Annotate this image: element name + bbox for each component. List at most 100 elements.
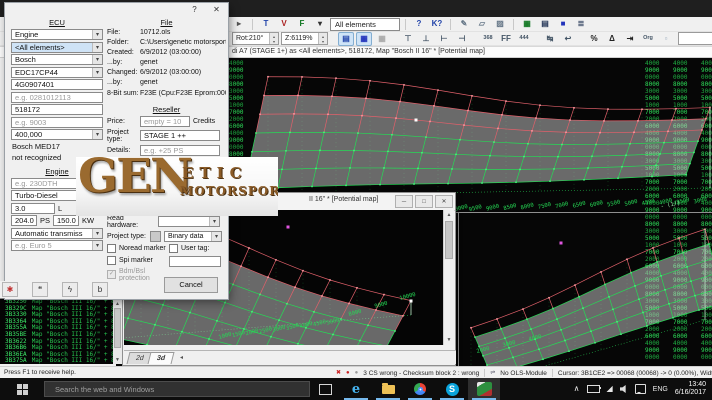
potential-map-scrollbar[interactable]: ▲ ▼ <box>443 210 454 345</box>
details-field[interactable] <box>140 145 220 156</box>
format-hex-icon[interactable]: FF <box>498 32 514 46</box>
percent-icon[interactable]: % <box>586 32 602 46</box>
software-version-field[interactable] <box>11 104 103 115</box>
language-indicator[interactable]: ENG <box>653 386 668 393</box>
scroll-up-icon[interactable]: ▲ <box>444 210 454 220</box>
taskbar-search-input[interactable]: Search the web and Windows <box>44 381 310 397</box>
view-2d-icon[interactable]: ▤ <box>338 32 354 46</box>
axis-bottom-icon[interactable]: ⊥ <box>418 32 434 46</box>
lightning-icon[interactable]: ϟ <box>62 282 78 297</box>
map-list-scrollbar[interactable]: ▲ ▼ <box>113 299 122 364</box>
view-2d-small-icon[interactable]: ▤ <box>537 17 553 31</box>
vertex-dot <box>629 143 631 145</box>
chrome-taskbar-button[interactable] <box>404 378 436 400</box>
clock[interactable]: 13:40 6/16/2017 <box>675 381 706 397</box>
scroll-thumb[interactable] <box>114 308 121 348</box>
scroll-thumb[interactable] <box>445 221 453 259</box>
noread-checkbox[interactable] <box>107 244 116 253</box>
undo-icon[interactable]: ↩ <box>560 32 576 46</box>
axis-top-icon[interactable]: ⊤ <box>400 32 416 46</box>
zoom-spinner[interactable]: Z:6119%▴▾ <box>281 32 328 45</box>
user-tag-checkbox[interactable] <box>169 244 178 253</box>
network-icon[interactable]: ◢ <box>607 385 613 393</box>
text-list-icon[interactable]: ≣ <box>573 17 589 31</box>
power-ps-field[interactable] <box>11 215 37 226</box>
binary-type-select[interactable]: Binary data▾ <box>164 231 222 242</box>
scroll-down-icon[interactable]: ▼ <box>113 355 122 364</box>
memory-size-select[interactable]: 400,000▾ <box>11 129 103 140</box>
rotation-spinner[interactable]: Rot:210°▴▾ <box>232 32 279 45</box>
help-icon[interactable]: ? <box>411 17 427 31</box>
axis-right-icon[interactable]: ⊣ <box>454 32 470 46</box>
format-dec-icon[interactable]: 368 <box>480 32 496 46</box>
price-field[interactable] <box>140 116 190 127</box>
all-elements-select[interactable]: All elements <box>330 18 400 31</box>
elements-filter-select[interactable]: <All elements>▾ <box>11 42 103 53</box>
filter-dropdown-icon[interactable]: ▾ <box>312 17 328 31</box>
transmission-select[interactable]: Automatic transmiss▾ <box>11 228 103 239</box>
volume-icon[interactable] <box>620 385 628 393</box>
edge-taskbar-button[interactable]: e <box>340 378 372 400</box>
hidden-icons-chevron-icon[interactable]: ∧ <box>574 385 580 393</box>
project-type-field[interactable] <box>140 130 220 141</box>
close-icon[interactable]: ✕ <box>435 195 453 208</box>
start-button[interactable] <box>0 378 44 400</box>
power-kw-field[interactable] <box>53 215 79 226</box>
map-3d-secondary[interactable]: 200030004000 <box>459 213 712 366</box>
delta-icon[interactable]: Δ <box>604 32 620 46</box>
vertex-dot <box>216 320 218 322</box>
dialog-help-icon[interactable]: ? <box>185 3 204 16</box>
cancel-button[interactable]: Cancel <box>164 277 218 293</box>
tab-3d[interactable]: 3d <box>147 352 174 364</box>
explorer-taskbar-button[interactable] <box>372 378 404 400</box>
minimize-icon[interactable]: ─ <box>395 195 413 208</box>
maximize-icon[interactable]: □ <box>415 195 433 208</box>
read-hardware-select[interactable]: ▾ <box>158 216 220 227</box>
ecu-type-select[interactable]: EDC17CP44▾ <box>11 67 103 78</box>
text-map-icon[interactable]: T <box>258 17 274 31</box>
absolute-icon[interactable]: ⇥ <box>622 32 638 46</box>
hardware-number-field[interactable] <box>11 79 103 90</box>
favorites-icon[interactable]: ✱ <box>2 282 18 297</box>
comment-icon[interactable]: ❝ <box>32 282 48 297</box>
scroll-down-icon[interactable]: ▼ <box>444 335 454 345</box>
graph-map-icon[interactable]: F <box>294 17 310 31</box>
hexdump-view-icon[interactable]: ▦ <box>519 17 535 31</box>
map-list-row[interactable]: 3B375AMap "Bosch III 16/" + 8x8 <box>0 358 122 364</box>
dialog-title-bar[interactable]: ? ✕ <box>5 3 228 16</box>
nav-next-icon[interactable]: ▸ <box>231 17 247 31</box>
view-3d-small-icon[interactable]: ■ <box>555 17 571 31</box>
value-map-icon[interactable]: V <box>276 17 292 31</box>
view-3d-icon[interactable]: ▦ <box>356 32 372 46</box>
winols-taskbar-button[interactable] <box>468 378 500 400</box>
battery-icon[interactable] <box>587 385 600 393</box>
task-view-button[interactable] <box>310 378 340 400</box>
vertex-dot <box>603 120 605 122</box>
skype-taskbar-button[interactable]: S <box>436 378 468 400</box>
insert-map-icon[interactable]: ✎ <box>456 17 472 31</box>
displacement-field[interactable] <box>11 203 55 214</box>
tab-scroll-left-icon[interactable]: ◂ <box>180 353 183 364</box>
axis-label: 3000 <box>693 196 707 205</box>
action-center-icon[interactable] <box>635 384 646 394</box>
view-table-icon[interactable]: ▦ <box>374 32 390 46</box>
selection-icon[interactable]: ▫ <box>658 32 674 46</box>
axis-left-icon[interactable]: ⊢ <box>436 32 452 46</box>
map-3d-window-secondary[interactable]: 200030004000 <box>458 213 712 366</box>
software-size-field[interactable] <box>11 117 103 128</box>
software-number-field[interactable] <box>11 92 103 103</box>
original-icon[interactable]: Org <box>640 32 656 46</box>
format-word-icon[interactable]: 444 <box>516 32 532 46</box>
value-spinner-a[interactable]: ▴▾ <box>678 32 712 45</box>
user-tag-field[interactable] <box>169 256 221 267</box>
bookmark-icon[interactable]: b <box>92 282 108 297</box>
dialog-close-icon[interactable]: ✕ <box>207 3 226 16</box>
edit-map-icon[interactable]: ▱ <box>474 17 490 31</box>
context-help-icon[interactable]: K? <box>429 17 445 31</box>
delete-map-icon[interactable]: ▨ <box>492 17 508 31</box>
engine-type-select[interactable]: Engine▾ <box>11 29 103 40</box>
tab-width-icon[interactable]: ↹ <box>542 32 558 46</box>
producer-select[interactable]: Bosch▾ <box>11 54 103 65</box>
emission-standard-select[interactable]: e.g. Euro 5▾ <box>11 240 103 251</box>
spi-checkbox[interactable] <box>107 256 116 265</box>
